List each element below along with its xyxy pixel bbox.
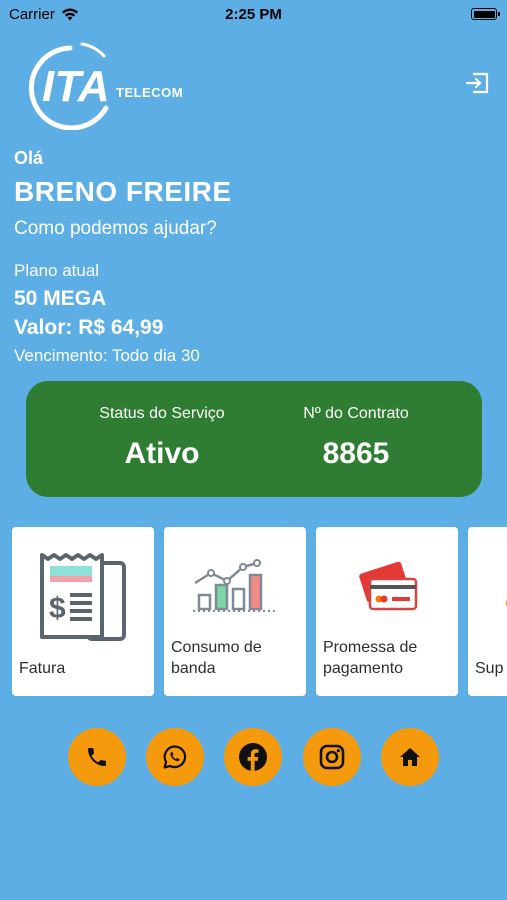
card-promessa-de-pagamento[interactable]: Promessa de pagamento	[316, 527, 458, 696]
service-status-label: Status do Serviço	[99, 405, 225, 422]
home-icon	[400, 748, 420, 766]
plan-name: 50 MEGA	[14, 287, 107, 310]
service-status-value: Ativo	[124, 437, 200, 470]
card-promessa-de-pagamento-label: Promessa de pagamento	[323, 639, 418, 677]
support-icon	[506, 599, 507, 607]
service-status-card: Status do Serviço Ativo Nº do Contrato 8…	[26, 381, 482, 497]
credit-card-icon	[359, 561, 418, 611]
plan-label: Plano atual	[14, 261, 100, 280]
card-fatura-label: Fatura	[19, 660, 66, 677]
phone-icon	[88, 748, 106, 766]
whatsapp-button[interactable]	[146, 728, 204, 786]
card-consumo-de-banda[interactable]: Consumo de banda	[164, 527, 306, 696]
logo-subtext: TELECOM	[116, 85, 183, 100]
battery-icon	[471, 8, 500, 20]
card-fatura[interactable]: $ Fatura	[12, 527, 154, 696]
service-status: Status do Serviço Ativo	[62, 381, 262, 471]
bar-chart-icon	[193, 559, 275, 612]
logout-icon[interactable]	[465, 70, 491, 96]
invoice-icon: $	[40, 553, 126, 641]
logo-text: ITA	[42, 62, 110, 111]
greeting: Olá	[14, 148, 44, 168]
phone-button[interactable]	[68, 728, 126, 786]
ita-telecom-logo: ITA TELECOM	[28, 42, 183, 130]
plan-value: Valor: R$ 64,99	[14, 316, 164, 339]
svg-text:$: $	[49, 592, 66, 625]
facebook-icon	[239, 743, 267, 771]
user-name: BRENO FREIRE	[14, 176, 232, 207]
plan-due: Vencimento: Todo dia 30	[14, 346, 200, 365]
status-bar: Carrier 2:25 PM	[0, 0, 507, 30]
home-button[interactable]	[381, 728, 439, 786]
contract-number-label: Nº do Contrato	[303, 405, 409, 422]
service-cards-carousel[interactable]: $ Fatura Consumo de banda Promessa de pa…	[12, 527, 507, 697]
help-text: Como podemos ajudar?	[14, 218, 217, 239]
whatsapp-icon	[163, 745, 187, 769]
status-time: 2:25 PM	[225, 6, 282, 23]
card-consumo-de-banda-label: Consumo de banda	[171, 639, 262, 677]
instagram-icon	[319, 744, 345, 770]
contract-number-value: 8865	[322, 437, 390, 470]
card-suporte[interactable]: Sup	[468, 527, 507, 696]
contract-number: Nº do Contrato 8865	[256, 381, 456, 471]
card-suporte-label: Sup	[475, 660, 504, 677]
instagram-button[interactable]	[303, 728, 361, 786]
facebook-button[interactable]	[224, 728, 282, 786]
